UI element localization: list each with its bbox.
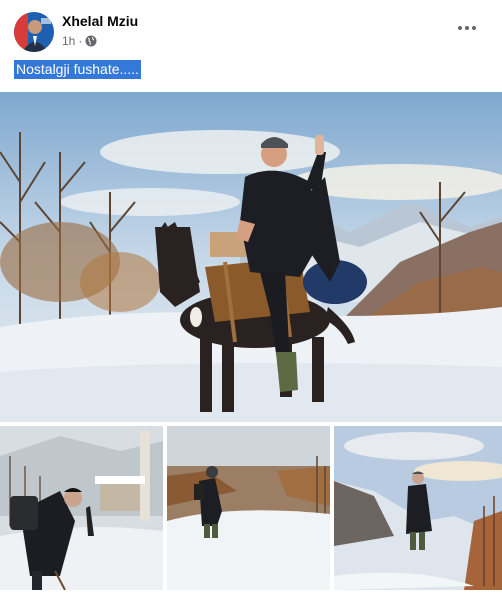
post-meta: 1h · xyxy=(62,34,97,48)
globe-icon[interactable] xyxy=(85,35,97,47)
photo-thumbnail-2[interactable] xyxy=(167,426,330,590)
more-options-icon[interactable] xyxy=(456,20,480,36)
post-time[interactable]: 1h xyxy=(62,34,75,48)
main-photo[interactable] xyxy=(0,92,502,422)
post-card: Xhelal Mziu 1h · Nostalgji fushate..... xyxy=(0,0,502,595)
photo-thumbnail-1[interactable] xyxy=(0,426,163,590)
author-name[interactable]: Xhelal Mziu xyxy=(62,13,138,29)
author-avatar[interactable] xyxy=(14,12,54,52)
photo-thumbnail-3[interactable] xyxy=(334,426,502,590)
meta-separator: · xyxy=(78,34,83,48)
post-caption: Nostalgji fushate..... xyxy=(14,60,141,79)
